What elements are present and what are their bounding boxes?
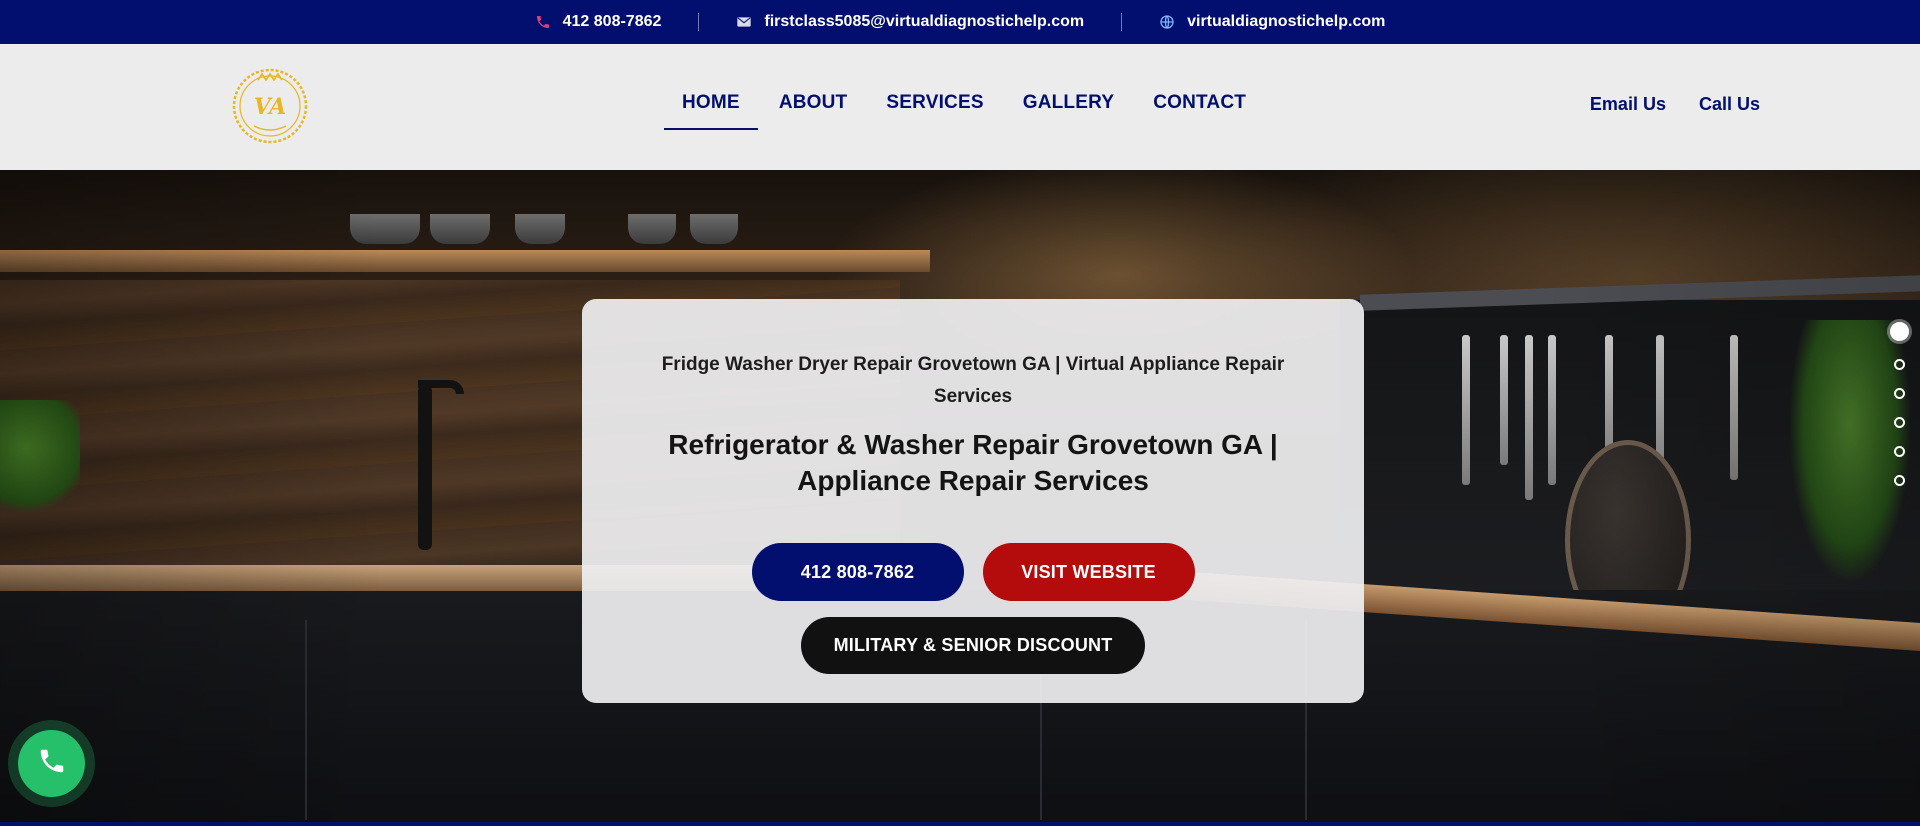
hero-button-row: 412 808-7862 VISIT WEBSITE <box>751 543 1195 601</box>
mail-icon <box>736 14 752 30</box>
topbar-website-text: virtualdiagnostichelp.com <box>1187 13 1386 30</box>
hero-title: Refrigerator & Washer Repair Grovetown G… <box>668 429 1278 496</box>
phone-icon <box>535 14 551 30</box>
slide-dot-1[interactable] <box>1890 322 1909 341</box>
main-nav: HOME ABOUT SERVICES GALLERY CONTACT <box>664 92 1246 130</box>
slide-dot-2[interactable] <box>1893 359 1905 370</box>
site-header: VA HOME ABOUT SERVICES GALLERY CONTACT E… <box>0 44 1920 170</box>
slide-dot-4[interactable] <box>1893 417 1905 428</box>
hero-card: Fridge Washer Dryer Repair Grovetown GA … <box>582 299 1364 703</box>
slide-dot-5[interactable] <box>1893 446 1905 457</box>
site-logo[interactable]: VA <box>228 64 312 148</box>
globe-icon <box>1159 14 1175 30</box>
phone-icon <box>37 746 67 781</box>
header-actions: Email Us Call Us <box>1590 94 1760 115</box>
top-contact-bar: 412 808-7862 firstclass5085@virtualdiagn… <box>0 0 1920 44</box>
email-us-link[interactable]: Email Us <box>1590 94 1666 115</box>
topbar-phone[interactable]: 412 808-7862 <box>498 13 699 31</box>
hero-banner: Fridge Washer Dryer Repair Grovetown GA … <box>0 170 1920 822</box>
slider-pagination <box>1890 322 1909 486</box>
hero-subtitle: Fridge Washer Dryer Repair Grovetown GA … <box>661 354 1285 407</box>
nav-home[interactable]: HOME <box>664 92 758 130</box>
nav-contact[interactable]: CONTACT <box>1135 92 1264 130</box>
call-us-link[interactable]: Call Us <box>1699 94 1760 115</box>
bottom-accent-strip <box>0 822 1920 826</box>
slide-dot-3[interactable] <box>1893 388 1905 399</box>
logo-initials: VA <box>254 94 286 120</box>
military-senior-discount-button[interactable]: MILITARY & SENIOR DISCOUNT <box>801 617 1145 674</box>
nav-services[interactable]: SERVICES <box>868 92 1001 130</box>
nav-about[interactable]: ABOUT <box>761 92 866 130</box>
topbar-email[interactable]: firstclass5085@virtualdiagnostichelp.com <box>698 13 1121 31</box>
call-phone-button[interactable]: 412 808-7862 <box>751 543 964 601</box>
visit-website-button[interactable]: VISIT WEBSITE <box>982 543 1195 601</box>
floating-call-button[interactable] <box>18 730 85 797</box>
topbar-phone-text: 412 808-7862 <box>562 13 662 30</box>
slide-dot-6[interactable] <box>1893 475 1905 486</box>
topbar-website[interactable]: virtualdiagnostichelp.com <box>1121 13 1422 31</box>
topbar-email-text: firstclass5085@virtualdiagnostichelp.com <box>764 13 1085 30</box>
nav-gallery[interactable]: GALLERY <box>1005 92 1132 130</box>
